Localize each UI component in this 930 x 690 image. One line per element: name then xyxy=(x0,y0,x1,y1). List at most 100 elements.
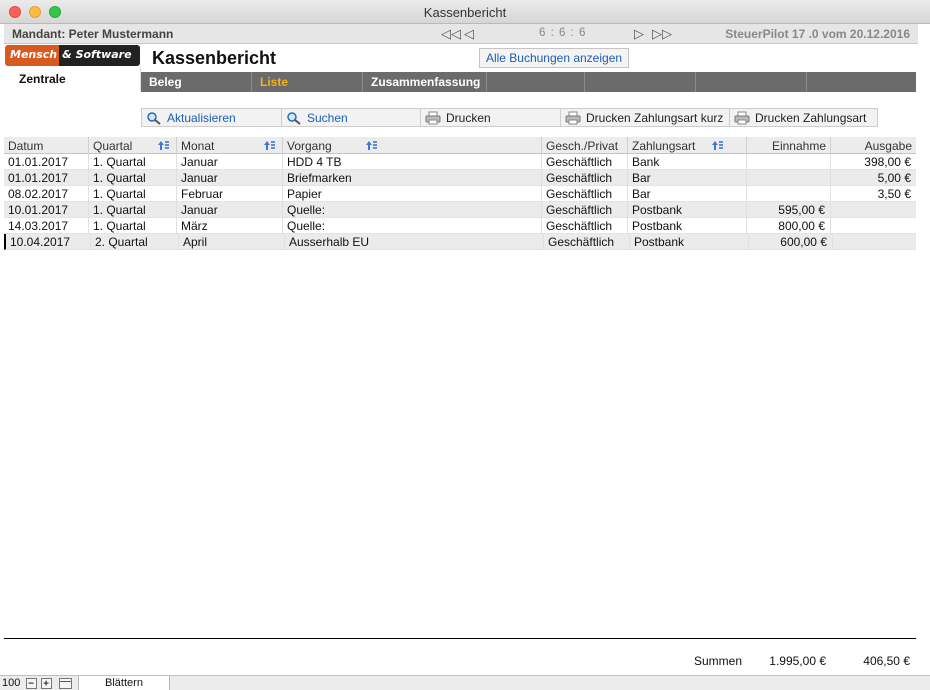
mode-blaettern[interactable]: Blättern xyxy=(78,676,170,690)
first-record-icon[interactable]: ◁◁ xyxy=(441,26,461,42)
app-window: Kassenbericht Mandant: Peter Mustermann … xyxy=(0,0,930,690)
column-monat[interactable]: Monat xyxy=(177,137,283,154)
cell-ausgabe[interactable] xyxy=(831,202,916,218)
cell-datum[interactable]: 08.02.2017 xyxy=(4,186,89,202)
tab-liste[interactable]: Liste xyxy=(252,72,363,92)
magnifier-icon xyxy=(147,111,161,125)
cell-zahlungsart[interactable]: Bank xyxy=(628,154,747,170)
cell-einnahme[interactable] xyxy=(747,170,831,186)
column-zahlungsart[interactable]: Zahlungsart xyxy=(628,137,747,154)
cell-datum[interactable]: 14.03.2017 xyxy=(4,218,89,234)
search-button[interactable]: Suchen xyxy=(281,108,420,127)
cell-zahlungsart[interactable]: Postbank xyxy=(630,234,749,250)
cell-zahlungsart[interactable]: Bar xyxy=(628,170,747,186)
print-payment-button[interactable]: Drucken Zahlungsart xyxy=(729,108,878,127)
table-row[interactable]: 10.04.2017 2. Quartal April Ausserhalb EU Ge… xyxy=(4,234,916,250)
cell-quartal[interactable]: 1. Quartal xyxy=(89,202,177,218)
tab-empty-3[interactable] xyxy=(696,72,807,92)
print-payment-label: Drucken Zahlungsart xyxy=(755,110,867,125)
table-row[interactable]: 08.02.2017 1. Quartal Februar Papier Geschäf… xyxy=(4,186,916,202)
cell-vorgang[interactable]: Papier xyxy=(283,186,542,202)
cell-gesch-privat[interactable]: Geschäftlich xyxy=(542,154,628,170)
toggle-toolbar-icon[interactable] xyxy=(59,678,72,689)
cell-vorgang[interactable]: HDD 4 TB xyxy=(283,154,542,170)
tab-zusammenfassung[interactable]: Zusammenfassung xyxy=(363,72,487,92)
action-toolbar: Aktualisieren Suchen Drucken Drucken Zah… xyxy=(141,108,878,127)
print-payment-short-button[interactable]: Drucken Zahlungsart kurz xyxy=(560,108,729,127)
column-monat-label: Monat xyxy=(181,139,215,153)
cell-monat[interactable]: Februar xyxy=(177,186,283,202)
tab-empty-4[interactable] xyxy=(807,72,916,92)
tab-empty-1[interactable] xyxy=(487,72,585,92)
cell-quartal[interactable]: 1. Quartal xyxy=(89,218,177,234)
cell-ausgabe[interactable] xyxy=(831,218,916,234)
sort-icon[interactable] xyxy=(366,140,378,151)
column-quartal[interactable]: Quartal xyxy=(89,137,177,154)
column-ausgabe[interactable]: Ausgabe xyxy=(831,137,916,154)
sum-ausgabe: 406,50 € xyxy=(863,654,910,668)
cell-datum[interactable]: 10.04.2017 xyxy=(6,234,91,250)
cell-monat[interactable]: Januar xyxy=(177,170,283,186)
cell-monat[interactable]: März xyxy=(177,218,283,234)
cell-monat[interactable]: April xyxy=(179,234,285,250)
tab-beleg[interactable]: Beleg xyxy=(141,72,252,92)
last-record-icon[interactable]: ▷▷ xyxy=(652,26,672,42)
cell-gesch-privat[interactable]: Geschäftlich xyxy=(542,202,628,218)
cell-monat[interactable]: Januar xyxy=(177,202,283,218)
cell-vorgang[interactable]: Briefmarken xyxy=(283,170,542,186)
cell-gesch-privat[interactable]: Geschäftlich xyxy=(544,234,630,250)
sort-icon[interactable] xyxy=(158,140,170,151)
previous-record-icon[interactable]: ◁ xyxy=(464,26,474,42)
column-vorgang[interactable]: Vorgang xyxy=(283,137,542,154)
cell-einnahme[interactable] xyxy=(747,186,831,202)
zoom-out-icon[interactable] xyxy=(26,678,37,689)
cell-ausgabe[interactable]: 3,50 € xyxy=(831,186,916,202)
cell-gesch-privat[interactable]: Geschäftlich xyxy=(542,186,628,202)
window-title: Kassenbericht xyxy=(423,5,507,20)
table-row[interactable]: 14.03.2017 1. Quartal März Quelle: Geschäftl… xyxy=(4,218,916,234)
cell-vorgang[interactable]: Ausserhalb EU xyxy=(285,234,544,250)
table-row[interactable]: 01.01.2017 1. Quartal Januar Briefmarken Ges… xyxy=(4,170,916,186)
table-row[interactable]: 01.01.2017 1. Quartal Januar HDD 4 TB Geschä… xyxy=(4,154,916,170)
cell-einnahme[interactable]: 600,00 € xyxy=(749,234,833,250)
cell-vorgang[interactable]: Quelle: xyxy=(283,202,542,218)
show-all-bookings-button[interactable]: Alle Buchungen anzeigen xyxy=(479,48,629,68)
cell-ausgabe[interactable]: 5,00 € xyxy=(831,170,916,186)
cell-datum[interactable]: 01.01.2017 xyxy=(4,154,89,170)
sort-icon[interactable] xyxy=(712,140,724,151)
cell-zahlungsart[interactable]: Postbank xyxy=(628,218,747,234)
next-record-icon[interactable]: ▷ xyxy=(634,26,644,42)
cell-zahlungsart[interactable]: Bar xyxy=(628,186,747,202)
cell-einnahme[interactable] xyxy=(747,154,831,170)
cell-datum[interactable]: 01.01.2017 xyxy=(4,170,89,186)
cell-gesch-privat[interactable]: Geschäftlich xyxy=(542,218,628,234)
cell-ausgabe[interactable]: 398,00 € xyxy=(831,154,916,170)
print-button[interactable]: Drucken xyxy=(420,108,560,127)
column-datum[interactable]: Datum xyxy=(4,137,89,154)
cell-quartal[interactable]: 2. Quartal xyxy=(91,234,179,250)
tab-empty-2[interactable] xyxy=(585,72,696,92)
page-title: Kassenbericht xyxy=(152,48,277,68)
refresh-button[interactable]: Aktualisieren xyxy=(141,108,281,127)
cell-datum[interactable]: 10.01.2017 xyxy=(4,202,89,218)
cell-quartal[interactable]: 1. Quartal xyxy=(89,186,177,202)
status-bar: 100 Blättern xyxy=(0,675,930,690)
cell-vorgang[interactable]: Quelle: xyxy=(283,218,542,234)
cell-ausgabe[interactable] xyxy=(833,234,918,250)
cell-einnahme[interactable]: 800,00 € xyxy=(747,218,831,234)
search-label: Suchen xyxy=(307,110,348,125)
column-gesch-privat[interactable]: Gesch./Privat xyxy=(542,137,628,154)
cell-gesch-privat[interactable]: Geschäftlich xyxy=(542,170,628,186)
cell-quartal[interactable]: 1. Quartal xyxy=(89,154,177,170)
cell-monat[interactable]: Januar xyxy=(177,154,283,170)
cell-einnahme[interactable]: 595,00 € xyxy=(747,202,831,218)
printer-icon xyxy=(425,111,441,124)
cell-zahlungsart[interactable]: Postbank xyxy=(628,202,747,218)
zoom-in-icon[interactable] xyxy=(41,678,52,689)
zentrale-button[interactable]: Zentrale xyxy=(5,67,141,91)
printer-icon xyxy=(734,111,750,124)
column-einnahme[interactable]: Einnahme xyxy=(747,137,831,154)
sort-icon[interactable] xyxy=(264,140,276,151)
table-row[interactable]: 10.01.2017 1. Quartal Januar Quelle: Geschäf… xyxy=(4,202,916,218)
cell-quartal[interactable]: 1. Quartal xyxy=(89,170,177,186)
